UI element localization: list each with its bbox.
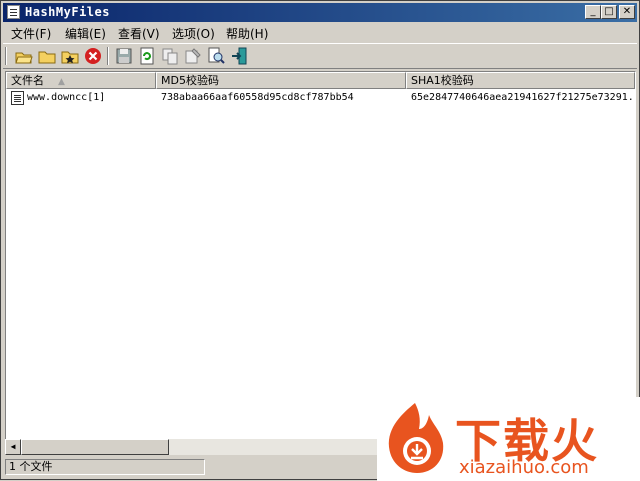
cell-sha1: 65e2847740646aea21941627f21275e73291... bbox=[411, 92, 636, 103]
app-window: HashMyFiles _ □ ✕ 文件(F) 编辑(E) 查看(V) 选项(O… bbox=[0, 0, 640, 481]
scroll-thumb[interactable] bbox=[21, 439, 169, 455]
maximize-button[interactable]: □ bbox=[601, 5, 617, 19]
toolbar-grip bbox=[5, 47, 7, 65]
menu-bar: 文件(F) 编辑(E) 查看(V) 选项(O) 帮助(H) bbox=[3, 23, 637, 42]
properties-icon[interactable] bbox=[184, 47, 202, 65]
toolbar bbox=[3, 43, 637, 69]
cell-md5: 738abaa66aaf60558d95cd8cf787bb54 bbox=[161, 92, 354, 103]
scroll-left-icon[interactable]: ◀ bbox=[5, 439, 21, 455]
app-icon bbox=[7, 5, 20, 19]
open-folder-icon[interactable] bbox=[38, 47, 56, 65]
watermark: 下载火 xiazaihuo.com bbox=[377, 397, 640, 481]
menu-edit[interactable]: 编辑(E) bbox=[65, 25, 106, 42]
sort-ascending-icon: ▲ bbox=[58, 77, 65, 87]
table-row[interactable]: www.downcc[1] 738abaa66aaf60558d95cd8cf7… bbox=[6, 90, 635, 106]
close-button[interactable]: ✕ bbox=[619, 5, 635, 19]
refresh-icon[interactable] bbox=[138, 47, 156, 65]
status-file-count: 1 个文件 bbox=[5, 459, 205, 475]
toolbar-separator bbox=[107, 47, 109, 65]
copy-icon[interactable] bbox=[161, 47, 179, 65]
menu-options[interactable]: 选项(O) bbox=[172, 25, 215, 42]
menu-help[interactable]: 帮助(H) bbox=[226, 25, 268, 42]
save-icon[interactable] bbox=[115, 47, 133, 65]
column-header-filename[interactable]: 文件名 ▲ bbox=[6, 72, 156, 89]
column-header-sha1[interactable]: SHA1校验码 bbox=[406, 72, 635, 89]
cell-filename: www.downcc[1] bbox=[27, 92, 106, 103]
delete-icon[interactable] bbox=[84, 47, 102, 65]
menu-view[interactable]: 查看(V) bbox=[118, 25, 160, 42]
title-bar[interactable]: HashMyFiles _ □ ✕ bbox=[3, 3, 637, 22]
minimize-button[interactable]: _ bbox=[585, 5, 601, 19]
column-header-label: 文件名 bbox=[11, 74, 44, 87]
watermark-url: xiazaihuo.com bbox=[459, 457, 589, 478]
open-file-icon[interactable] bbox=[15, 47, 33, 65]
column-header-md5[interactable]: MD5校验码 bbox=[156, 72, 406, 89]
find-icon[interactable] bbox=[207, 47, 225, 65]
menu-file[interactable]: 文件(F) bbox=[11, 25, 51, 42]
file-icon bbox=[11, 91, 24, 105]
window-title: HashMyFiles bbox=[25, 5, 110, 19]
favorites-icon[interactable] bbox=[61, 47, 79, 65]
exit-icon[interactable] bbox=[230, 47, 248, 65]
watermark-flame-logo bbox=[388, 403, 444, 473]
